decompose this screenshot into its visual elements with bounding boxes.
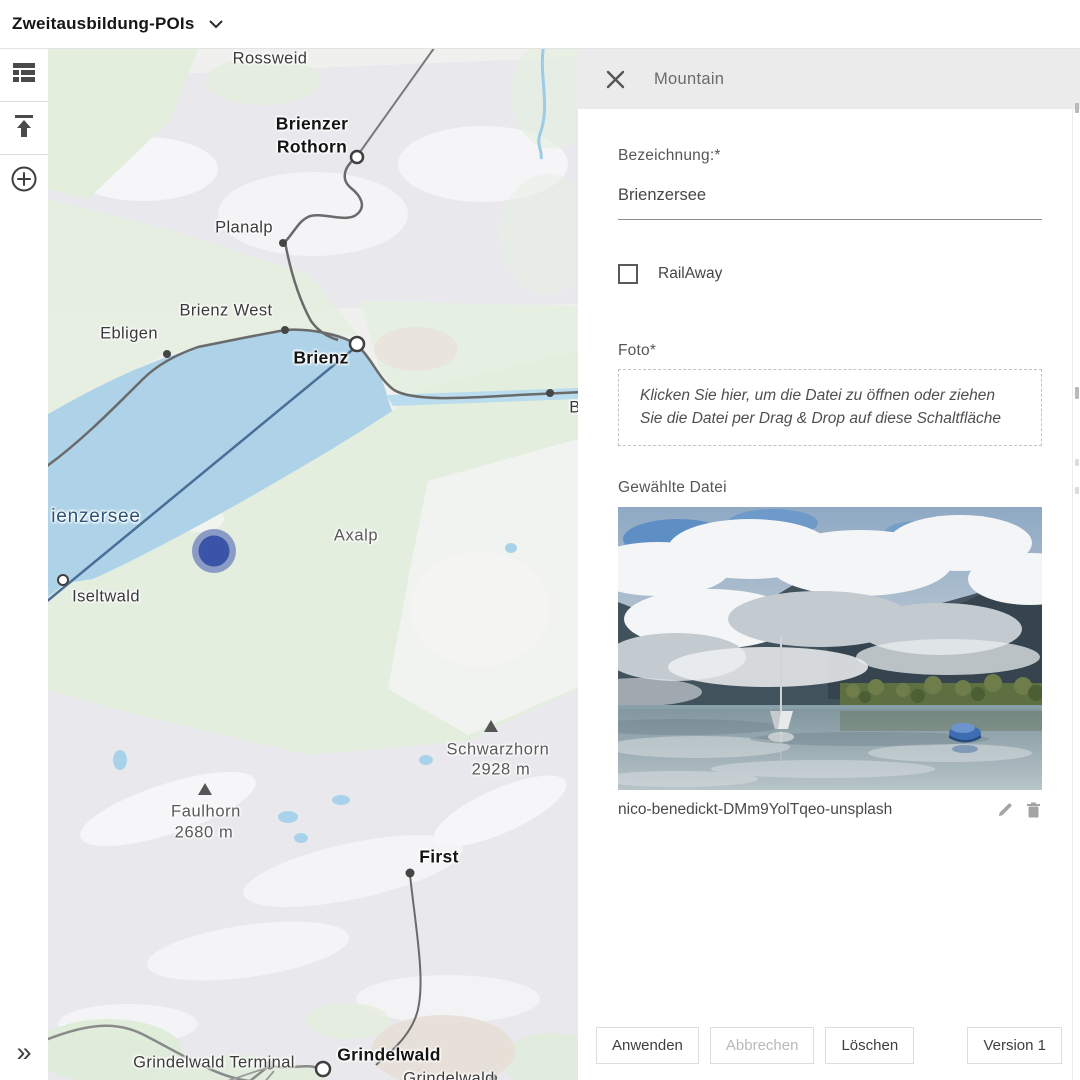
upload-icon <box>13 115 35 142</box>
add-circle-icon <box>11 166 37 197</box>
panel-body: Bezeichnung:* Brienzersee RailAway Foto*… <box>578 109 1080 1010</box>
bezeichnung-label: Bezeichnung:* <box>618 147 1042 165</box>
map-label: First <box>419 847 458 868</box>
map-label: Rothorn <box>277 137 347 158</box>
map-label: Ebligen <box>100 325 158 344</box>
poi-edit-panel: Mountain Bezeichnung:* Brienzersee RailA… <box>578 49 1080 1080</box>
bezeichnung-input[interactable]: Brienzersee <box>618 186 1042 220</box>
lake-photo <box>618 507 1042 790</box>
map-labels: Rossweid BrienzerRothorn Planalp Brienz Wes… <box>48 49 578 1080</box>
selected-file-row: nico-benedickt-DMm9YolTqeo-unsplash <box>618 801 1042 819</box>
input-underline <box>618 219 1042 220</box>
delete-file-icon[interactable] <box>1026 802 1042 818</box>
railaway-label: RailAway <box>658 265 722 283</box>
map-label: Grindelwald <box>403 1070 495 1080</box>
add-poi-button[interactable] <box>0 155 48 208</box>
panel-scrollbar[interactable] <box>1072 109 1080 1080</box>
map-label: B <box>569 399 578 418</box>
map-label: Brienz <box>293 348 348 369</box>
version-button[interactable]: Version 1 <box>967 1027 1062 1064</box>
selected-file-label: Gewählte Datei <box>618 479 1042 497</box>
upload-button[interactable] <box>0 102 48 155</box>
map-canvas[interactable]: Rossweid BrienzerRothorn Planalp Brienz Wes… <box>48 49 578 1080</box>
map-label: Planalp <box>215 219 273 238</box>
map-label: Rossweid <box>233 50 308 69</box>
map-label: Axalp <box>334 527 378 546</box>
map-label: Brienz West <box>179 302 272 321</box>
cancel-button[interactable]: Abbrechen <box>710 1027 815 1064</box>
map-label: Faulhorn <box>171 803 241 822</box>
close-panel-button[interactable] <box>602 66 628 92</box>
collapse-sidebar-button[interactable]: » <box>0 1032 48 1072</box>
bezeichnung-value: Brienzersee <box>618 186 1042 205</box>
file-name: nico-benedickt-DMm9YolTqeo-unsplash <box>618 801 892 819</box>
map-label: Grindelwald <box>337 1045 440 1066</box>
photo-preview <box>618 507 1042 790</box>
railaway-checkbox[interactable] <box>618 264 638 284</box>
map-label: 2680 m <box>175 824 234 843</box>
map-label: ienzersee <box>51 506 141 528</box>
poi-list-icon <box>13 63 35 87</box>
railaway-checkbox-row[interactable]: RailAway <box>618 264 1042 284</box>
apply-button[interactable]: Anwenden <box>596 1027 699 1064</box>
file-dropzone[interactable]: Klicken Sie hier, um die Datei zu öffnen… <box>618 369 1042 446</box>
map-label: Brienzer <box>276 114 348 135</box>
chevron-down-icon <box>209 20 223 29</box>
dataset-title: Zweitausbildung-POIs <box>12 14 195 34</box>
top-bar: Zweitausbildung-POIs <box>0 0 1080 49</box>
panel-footer: Anwenden Abbrechen Löschen Version 1 <box>578 1010 1080 1080</box>
foto-label: Foto* <box>618 342 1042 360</box>
map-label: 2928 m <box>472 761 531 780</box>
edit-file-icon[interactable] <box>997 802 1013 818</box>
map-label: Schwarzhorn <box>447 741 550 760</box>
map-label: Grindelwald Terminal <box>133 1054 295 1073</box>
poi-list-button[interactable] <box>0 49 48 102</box>
poi-marker-brienzersee[interactable] <box>192 529 236 573</box>
dropzone-text: Klicken Sie hier, um die Datei zu öffnen… <box>640 385 1021 431</box>
map-label: Iseltwald <box>72 588 140 607</box>
panel-title: Mountain <box>654 70 724 89</box>
delete-button[interactable]: Löschen <box>825 1027 914 1064</box>
dataset-selector[interactable]: Zweitausbildung-POIs <box>12 14 223 34</box>
panel-header: Mountain <box>578 49 1080 109</box>
left-toolbar: » <box>0 49 48 1080</box>
